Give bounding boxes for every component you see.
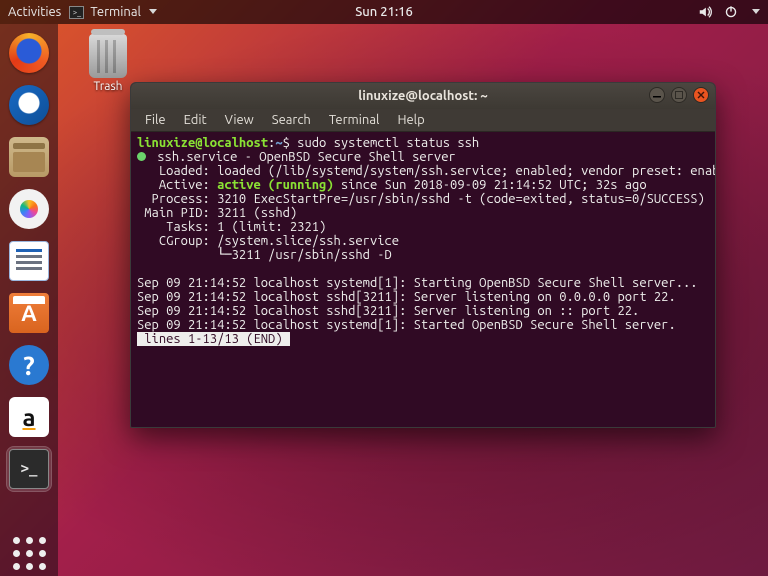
apps-grid-icon	[7, 531, 51, 575]
dock-item-help[interactable]: ?	[6, 342, 52, 388]
window-close-button[interactable]	[693, 87, 709, 103]
dock: ? a >_	[0, 24, 58, 576]
dock-item-terminal[interactable]: >_	[6, 446, 52, 492]
top-bar: Activities >_ Terminal Sun 21:16	[0, 0, 768, 24]
window-menubar: File Edit View Search Terminal Help	[131, 109, 715, 132]
pager-status: lines 1-13/13 (END)	[137, 332, 290, 346]
terminal-icon: >_	[69, 6, 84, 19]
libreoffice-writer-icon	[9, 241, 49, 281]
dock-item-amazon[interactable]: a	[6, 394, 52, 440]
menu-help[interactable]: Help	[389, 111, 432, 129]
dock-item-writer[interactable]	[6, 238, 52, 284]
menu-terminal[interactable]: Terminal	[321, 111, 388, 129]
trash-label: Trash	[78, 80, 138, 93]
terminal-window: linuxize@localhost: ~ File Edit View Sea…	[130, 82, 716, 428]
dock-item-thunderbird[interactable]	[6, 82, 52, 128]
status-dot-icon	[137, 152, 146, 161]
active-status: active (running)	[217, 178, 333, 192]
app-menu[interactable]: >_ Terminal	[69, 5, 157, 19]
activities-button[interactable]: Activities	[8, 5, 61, 19]
menu-file[interactable]: File	[137, 111, 174, 129]
terminal-icon: >_	[9, 449, 49, 489]
amazon-icon: a	[9, 397, 49, 437]
command-text: sudo systemctl status ssh	[297, 136, 479, 150]
thunderbird-icon	[9, 85, 49, 125]
trash-icon	[89, 34, 127, 78]
firefox-icon	[9, 33, 49, 73]
files-icon	[9, 137, 49, 177]
app-menu-label: Terminal	[90, 5, 141, 19]
dock-item-software[interactable]	[6, 290, 52, 336]
chevron-down-icon	[149, 9, 157, 14]
ubuntu-software-icon	[9, 293, 49, 333]
rhythmbox-icon	[9, 189, 49, 229]
menu-edit[interactable]: Edit	[176, 111, 215, 129]
menu-search[interactable]: Search	[264, 111, 319, 129]
prompt-user: linuxize@localhost	[137, 136, 268, 150]
window-maximize-button[interactable]	[671, 87, 687, 103]
terminal-body[interactable]: linuxize@localhost:~$ sudo systemctl sta…	[131, 132, 715, 350]
menu-view[interactable]: View	[217, 111, 262, 129]
clock[interactable]: Sun 21:16	[355, 5, 413, 19]
dock-item-files[interactable]	[6, 134, 52, 180]
power-icon[interactable]	[724, 5, 738, 19]
dock-item-rhythmbox[interactable]	[6, 186, 52, 232]
window-titlebar[interactable]: linuxize@localhost: ~	[131, 83, 715, 109]
prompt-path: ~	[275, 136, 282, 150]
dock-item-firefox[interactable]	[6, 30, 52, 76]
show-applications-button[interactable]	[6, 530, 52, 576]
window-title: linuxize@localhost: ~	[358, 89, 487, 103]
volume-icon[interactable]	[698, 5, 712, 19]
desktop-icon-trash[interactable]: Trash	[78, 34, 138, 93]
system-menu-caret-icon[interactable]	[752, 9, 760, 14]
window-minimize-button[interactable]	[649, 87, 665, 103]
help-icon: ?	[9, 345, 49, 385]
